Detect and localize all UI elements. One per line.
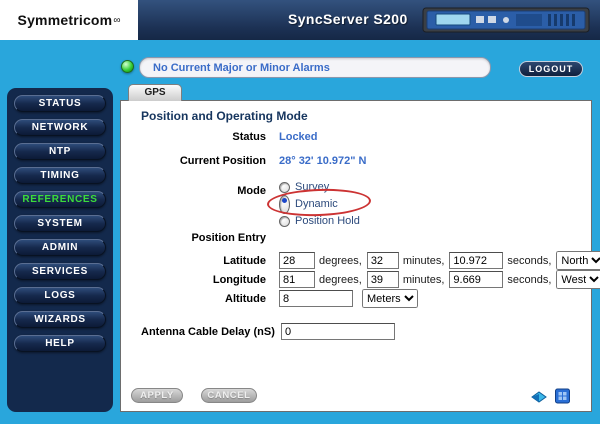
sidebar-item-network[interactable]: NETWORK (14, 119, 106, 136)
longitude-label: Longitude (212, 273, 266, 286)
altitude-input[interactable] (279, 290, 353, 307)
latitude-minutes-input[interactable] (366, 252, 399, 269)
radio-position-hold-label: Position Hold (295, 215, 360, 227)
device-image (422, 7, 590, 33)
sidebar-item-wizards[interactable]: WIZARDS (14, 311, 106, 328)
radio-survey-label: Survey (295, 181, 330, 193)
status-label: Status (232, 131, 266, 143)
sidebar-item-timing[interactable]: TIMING (14, 167, 106, 184)
radio-position-hold[interactable] (279, 215, 290, 227)
sidebar-item-admin[interactable]: ADMIN (14, 239, 106, 256)
apply-button[interactable]: APPLY (131, 388, 183, 403)
product-title: SyncServer S200 (288, 11, 408, 27)
latitude-direction-select[interactable]: North (556, 251, 600, 270)
antenna-delay-input[interactable] (281, 323, 395, 340)
latitude-seconds-input[interactable] (449, 252, 504, 269)
content-panel: Position and Operating Mode Status Locke… (120, 100, 600, 412)
cancel-button[interactable]: CANCEL (201, 388, 257, 403)
mode-option-position-hold: Position Hold (279, 214, 360, 228)
grid-icon[interactable] (554, 388, 571, 404)
radio-dynamic[interactable] (279, 194, 290, 214)
latitude-label: Latitude (223, 254, 266, 267)
sidebar-item-references[interactable]: REFERENCES (14, 191, 106, 208)
mode-label: Mode (237, 185, 266, 197)
latitude-seconds-suffix: seconds, (507, 254, 552, 267)
longitude-seconds-input[interactable] (449, 271, 504, 288)
header: Symmetricom ∞ SyncServer S200 (0, 0, 600, 40)
brand-logo-mark: ∞ (113, 14, 121, 26)
longitude-minutes-input[interactable] (366, 271, 399, 288)
sidebar-item-services[interactable]: SERVICES (14, 263, 106, 280)
longitude-degrees-input[interactable] (279, 271, 315, 288)
screen: Symmetricom ∞ SyncServer S200 No Current … (0, 0, 600, 424)
status-led-icon (121, 60, 134, 73)
brand-logo: Symmetricom ∞ (0, 0, 138, 40)
mode-option-dynamic: Dynamic (279, 194, 338, 214)
longitude-minutes-suffix: minutes, (402, 273, 445, 286)
book-icon[interactable] (531, 388, 548, 404)
tab-gps[interactable]: GPS (128, 84, 182, 101)
radio-dynamic-label: Dynamic (295, 198, 338, 210)
longitude-seconds-suffix: seconds, (507, 273, 552, 286)
altitude-unit-select[interactable]: Meters (362, 289, 418, 308)
sidebar-item-status[interactable]: STATUS (14, 95, 106, 112)
altitude-label: Altitude (225, 292, 266, 305)
sidebar-item-system[interactable]: SYSTEM (14, 215, 106, 232)
sidebar-item-logs[interactable]: LOGS (14, 287, 106, 304)
page-title: Position and Operating Mode (141, 109, 308, 123)
alarm-banner: No Current Major or Minor Alarms (139, 57, 491, 78)
sidebar-item-help[interactable]: HELP (14, 335, 106, 352)
alarm-message: No Current Major or Minor Alarms (153, 61, 330, 74)
longitude-degrees-suffix: degrees, (319, 273, 362, 286)
antenna-delay-label: Antenna Cable Delay (nS) (141, 325, 275, 338)
status-value: Locked (279, 131, 318, 143)
radio-survey[interactable] (279, 181, 290, 193)
current-position-value: 28° 32' 10.972" N (279, 155, 367, 167)
sidebar-item-ntp[interactable]: NTP (14, 143, 106, 160)
sidebar: STATUS NETWORK NTP TIMING REFERENCES SYS… (7, 88, 113, 412)
latitude-degrees-suffix: degrees, (319, 254, 362, 267)
longitude-direction-select[interactable]: West (556, 270, 600, 289)
logout-button[interactable]: LOGOUT (519, 61, 583, 77)
latitude-degrees-input[interactable] (279, 252, 315, 269)
mode-option-survey: Survey (279, 180, 329, 194)
brand-name: Symmetricom (17, 12, 113, 28)
latitude-minutes-suffix: minutes, (402, 254, 445, 267)
position-entry-label: Position Entry (191, 232, 266, 244)
current-position-label: Current Position (179, 155, 266, 167)
